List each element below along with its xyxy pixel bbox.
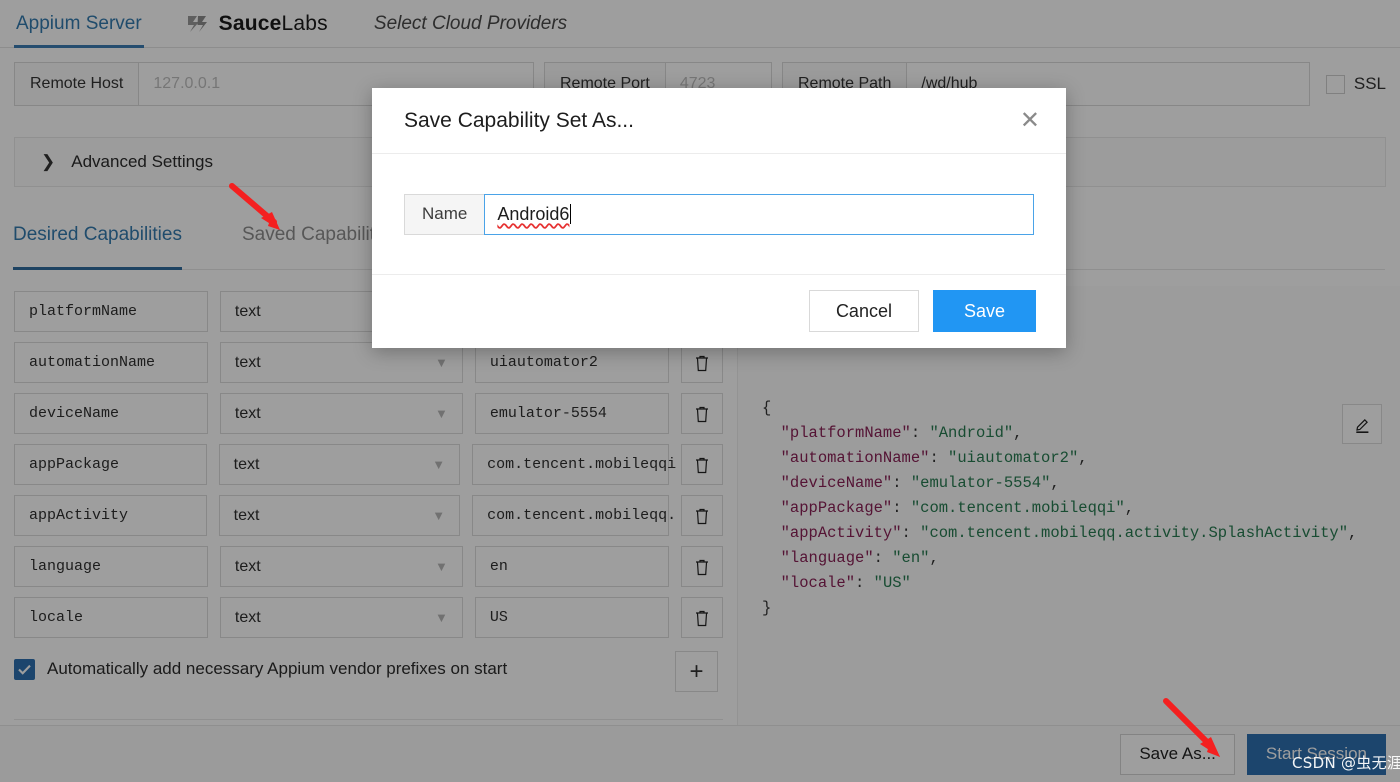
name-input[interactable]: Android6	[484, 193, 1034, 235]
save-button[interactable]: Save	[932, 290, 1036, 332]
watermark: CSDN @虫无涯	[1292, 754, 1400, 772]
name-field-group: Name Android6	[404, 193, 1034, 235]
save-label: Save	[963, 300, 1005, 321]
name-input-value: Android6	[497, 203, 570, 224]
dialog-footer: Cancel Save	[372, 274, 1066, 347]
name-field-label: Name	[404, 193, 485, 235]
text-caret	[570, 204, 572, 224]
cancel-button[interactable]: Cancel	[808, 290, 919, 332]
close-icon[interactable]: ✕	[1020, 108, 1040, 133]
save-capability-set-dialog: Save Capability Set As... ✕ Name Android…	[372, 88, 1066, 348]
dialog-title: Save Capability Set As...	[404, 108, 634, 132]
dialog-body: Name Android6	[372, 154, 1066, 274]
dialog-header: Save Capability Set As... ✕	[372, 88, 1066, 154]
cancel-label: Cancel	[835, 300, 892, 321]
